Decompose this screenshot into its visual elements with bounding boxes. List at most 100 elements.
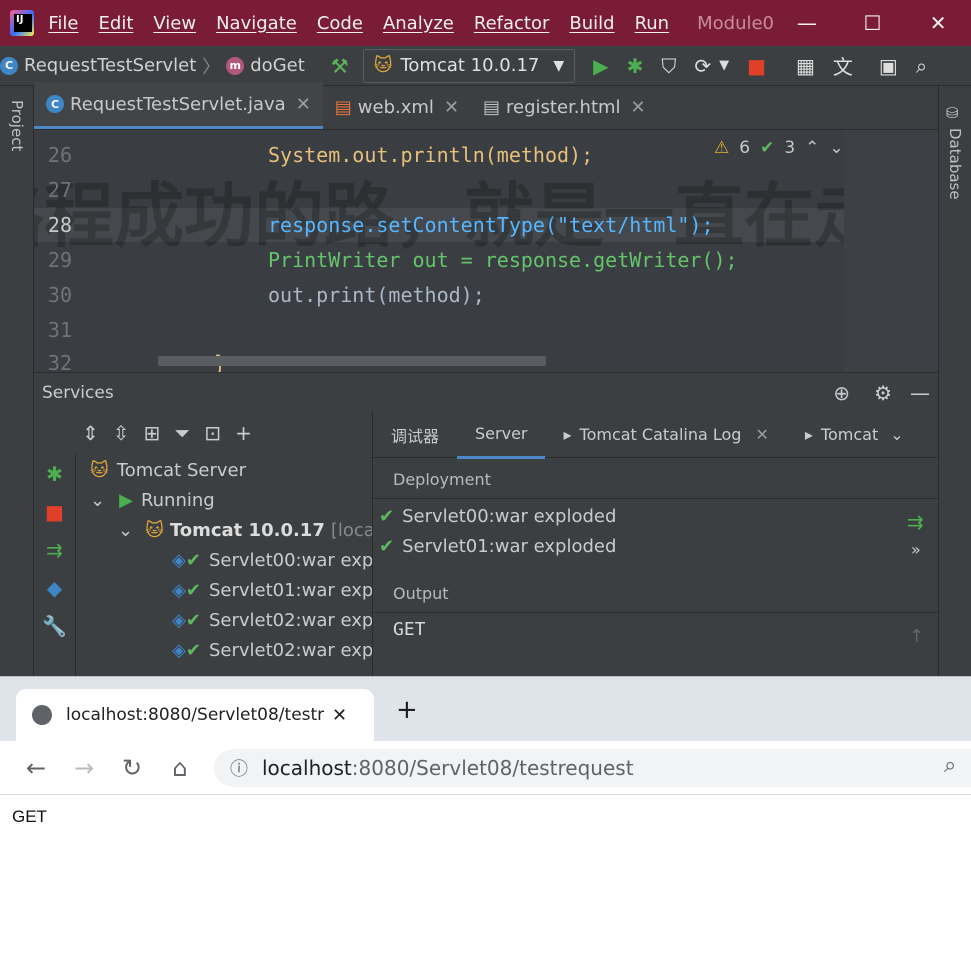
group-icon[interactable]: ⊞ — [144, 421, 161, 445]
breadcrumb-method[interactable]: doGet — [250, 55, 305, 76]
menu-analyze[interactable]: Analyze — [383, 13, 454, 34]
coverage-icon[interactable]: ⛉ — [661, 54, 676, 78]
tree-item-label: Servlet00:war exp — [208, 549, 372, 571]
deploy-icon[interactable]: ⇉ — [907, 510, 924, 534]
tab-server[interactable]: Server — [457, 410, 546, 459]
minimap[interactable] — [844, 130, 938, 372]
site-info-icon[interactable]: ⓘ — [230, 755, 248, 781]
artifact-icon[interactable]: ◆ — [47, 576, 62, 600]
translate-icon[interactable]: 文 — [833, 51, 853, 80]
chevron-down-icon[interactable]: ⌄ — [890, 425, 903, 444]
menu-view[interactable]: View — [153, 13, 196, 34]
tree-item-artifact[interactable]: ◈ ✔ Servlet00:war exp — [172, 545, 372, 575]
tree-item-artifact[interactable]: ◈ ✔ Servlet02:war exp — [172, 635, 372, 665]
stop-icon[interactable]: ■ — [45, 500, 64, 524]
tab-debugger[interactable]: 调试器 — [373, 412, 457, 458]
wrench-icon[interactable]: 🔧 — [42, 614, 67, 638]
line-number: 28 — [47, 213, 72, 237]
horizontal-scrollbar[interactable] — [158, 356, 546, 366]
method-icon: m — [226, 56, 245, 75]
build-hammer-icon[interactable]: ⚒ — [331, 54, 349, 78]
more-run-icon[interactable]: ▼ — [719, 58, 729, 73]
module-title: Module0 — [697, 12, 774, 34]
previous-highlight-icon[interactable]: ⌃ — [805, 138, 819, 158]
scroll-up-icon[interactable]: ↑ — [909, 626, 924, 647]
hide-panel-icon[interactable]: — — [910, 381, 930, 405]
presentation-icon[interactable]: ▣ — [879, 54, 898, 78]
tree-item-running[interactable]: ⌄ ▶ Running — [90, 485, 215, 515]
chevron-down-icon[interactable]: ⌄ — [90, 490, 105, 511]
run-icon[interactable]: ▶ — [593, 54, 608, 78]
left-tool-strip: Project — [0, 86, 34, 676]
database-tool-button[interactable]: ⛁ Database — [946, 104, 964, 205]
profile-icon[interactable]: ⟳ — [694, 54, 711, 78]
deployment-item[interactable]: ✔ Servlet01:war exploded — [379, 536, 616, 557]
tab-tomcat-localhost[interactable]: ▸ Tomcat ⌄ — [787, 412, 904, 458]
tree-item-tomcat-server[interactable]: 🐱 Tomcat Server — [90, 455, 246, 485]
zoom-icon[interactable]: ⌕ — [944, 753, 956, 778]
console-icon: ▸ — [804, 425, 813, 444]
more-icon[interactable]: » — [911, 540, 921, 559]
chevron-down-icon[interactable]: ⌄ — [118, 520, 133, 541]
forward-icon[interactable]: → — [60, 754, 108, 782]
tab-catalina-log[interactable]: ▸ Tomcat Catalina Log ✕ — [545, 412, 786, 458]
navigation-bar: C RequestTestServlet 〉 m doGet ⚒ 🐱 Tomca… — [0, 46, 971, 86]
close-tab-icon[interactable]: ✕ — [755, 425, 768, 444]
stop-icon[interactable]: ■ — [747, 54, 766, 78]
menu-run[interactable]: Run — [635, 13, 670, 34]
next-highlight-icon[interactable]: ⌄ — [829, 138, 843, 158]
address-bar[interactable]: ⓘ localhost:8080/Servlet08/testrequest — [214, 749, 971, 787]
new-tab-button[interactable]: + — [396, 695, 418, 725]
maximize-button[interactable]: ☐ — [840, 11, 906, 35]
browser-tab[interactable]: localhost:8080/Servlet08/testr ✕ — [16, 689, 374, 741]
tab-register-html[interactable]: ▤ register.html ✕ — [471, 85, 658, 129]
filter-icon[interactable]: ⏷ — [174, 421, 190, 445]
debug-icon[interactable]: ✱ — [627, 54, 644, 78]
browser-tab-bar: localhost:8080/Servlet08/testr ✕ + — [0, 677, 971, 741]
back-icon[interactable]: ← — [12, 754, 60, 782]
search-everywhere-icon[interactable]: ⌕ — [916, 54, 927, 78]
menu-navigate[interactable]: Navigate — [216, 13, 297, 34]
tab-label: web.xml — [357, 96, 434, 118]
minimize-button[interactable]: — — [774, 11, 840, 35]
deploy-icon[interactable]: ⇉ — [46, 538, 63, 562]
reload-icon[interactable]: ↻ — [108, 754, 156, 782]
menu-code[interactable]: Code — [317, 13, 363, 34]
menu-file[interactable]: File — [48, 13, 78, 34]
tree-item-tag: [local] — [330, 519, 372, 541]
add-service-icon[interactable]: + — [235, 421, 252, 445]
server-details-panel: 调试器 Server ▸ Tomcat Catalina Log ✕ ▸ Tom… — [372, 410, 939, 676]
project-tool-button[interactable]: Project — [8, 100, 26, 156]
tree-item-artifact[interactable]: ◈ ✔ Servlet02:war exp — [172, 605, 372, 635]
expand-all-icon[interactable]: ⇕ — [82, 421, 99, 445]
home-icon[interactable]: ⌂ — [156, 754, 204, 782]
debug-icon[interactable]: ✱ — [46, 462, 63, 486]
gear-icon[interactable]: ⚙ — [874, 381, 892, 405]
new-tab-icon[interactable]: ⊡ — [204, 421, 221, 445]
target-icon[interactable]: ⊕ — [833, 381, 850, 405]
run-configuration-select[interactable]: 🐱 Tomcat 10.0.17 ▼ — [362, 48, 576, 83]
code-editor[interactable]: 路程成功的路，就是一直在走 26 System.out.println(meth… — [34, 130, 938, 372]
menu-refactor[interactable]: Refactor — [474, 13, 550, 34]
tree-item-tomcat-instance[interactable]: ⌄ 🐱 Tomcat 10.0.17 [local] — [118, 515, 372, 545]
close-tab-icon[interactable]: ✕ — [332, 705, 347, 726]
close-tab-icon[interactable]: ✕ — [444, 97, 459, 118]
inspection-widget[interactable]: ⚠ 6 ✔ 3 ⌃ ⌄ — [714, 138, 844, 158]
deployment-heading: Deployment — [393, 470, 491, 489]
project-structure-icon[interactable]: ▦ — [796, 54, 815, 78]
tree-item-artifact[interactable]: ◈ ✔ Servlet01:war exp — [172, 575, 372, 605]
collapse-all-icon[interactable]: ⇳ — [113, 421, 130, 445]
menu-build[interactable]: Build — [569, 13, 614, 34]
code-line: 32 } — [34, 346, 226, 372]
close-button[interactable]: ✕ — [905, 11, 971, 35]
check-icon: ✔ — [185, 639, 201, 661]
close-tab-icon[interactable]: ✕ — [296, 94, 311, 115]
breadcrumb[interactable]: C RequestTestServlet 〉 m doGet — [0, 53, 305, 79]
close-tab-icon[interactable]: ✕ — [631, 97, 646, 118]
menu-edit[interactable]: Edit — [99, 13, 134, 34]
deployment-item[interactable]: ✔ Servlet00:war exploded — [379, 506, 616, 527]
breadcrumb-class[interactable]: RequestTestServlet — [24, 55, 196, 76]
intellij-logo-icon[interactable]: IJ — [10, 10, 35, 36]
tab-web-xml[interactable]: ▤ web.xml ✕ — [323, 85, 471, 129]
tab-request-test-servlet[interactable]: C RequestTestServlet.java ✕ — [34, 82, 323, 129]
